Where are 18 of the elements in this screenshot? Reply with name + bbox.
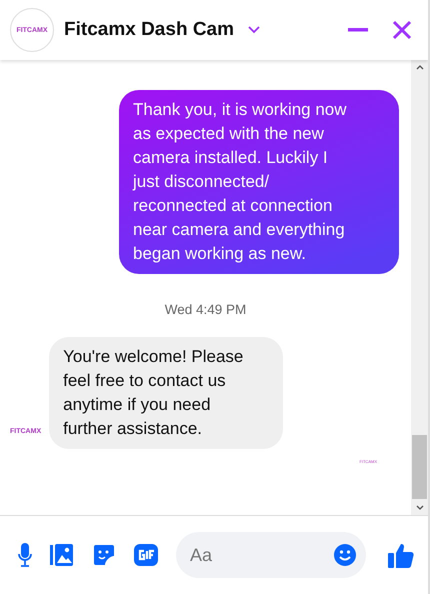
- chat-title[interactable]: Fitcamx Dash Cam: [64, 19, 234, 41]
- microphone-icon[interactable]: [18, 543, 32, 567]
- message-field[interactable]: Aa: [176, 532, 366, 578]
- close-icon[interactable]: [392, 20, 412, 40]
- sticker-icon[interactable]: [92, 543, 116, 567]
- gif-icon[interactable]: [134, 544, 158, 566]
- emoji-icon[interactable]: [334, 544, 356, 566]
- scroll-up-icon[interactable]: [416, 64, 424, 70]
- sent-message: Thank you, it is working now as expected with the new camera installed. Luckily I just disconnected/ reconnected at connection near camera and everything began working as new.: [119, 90, 399, 274]
- chevron-down-icon[interactable]: [248, 26, 260, 34]
- timestamp: Wed 4:49 PM: [164, 302, 246, 317]
- minimize-icon[interactable]: [348, 28, 368, 32]
- scrollbar[interactable]: [411, 60, 428, 515]
- scroll-down-icon[interactable]: [416, 505, 424, 511]
- scroll-thumb[interactable]: [412, 435, 427, 499]
- photo-icon[interactable]: [50, 543, 74, 567]
- thumbs-up-icon[interactable]: [388, 542, 414, 568]
- received-message: You're welcome! Please feel free to contact us anytime if you need further assistance.: [49, 337, 284, 449]
